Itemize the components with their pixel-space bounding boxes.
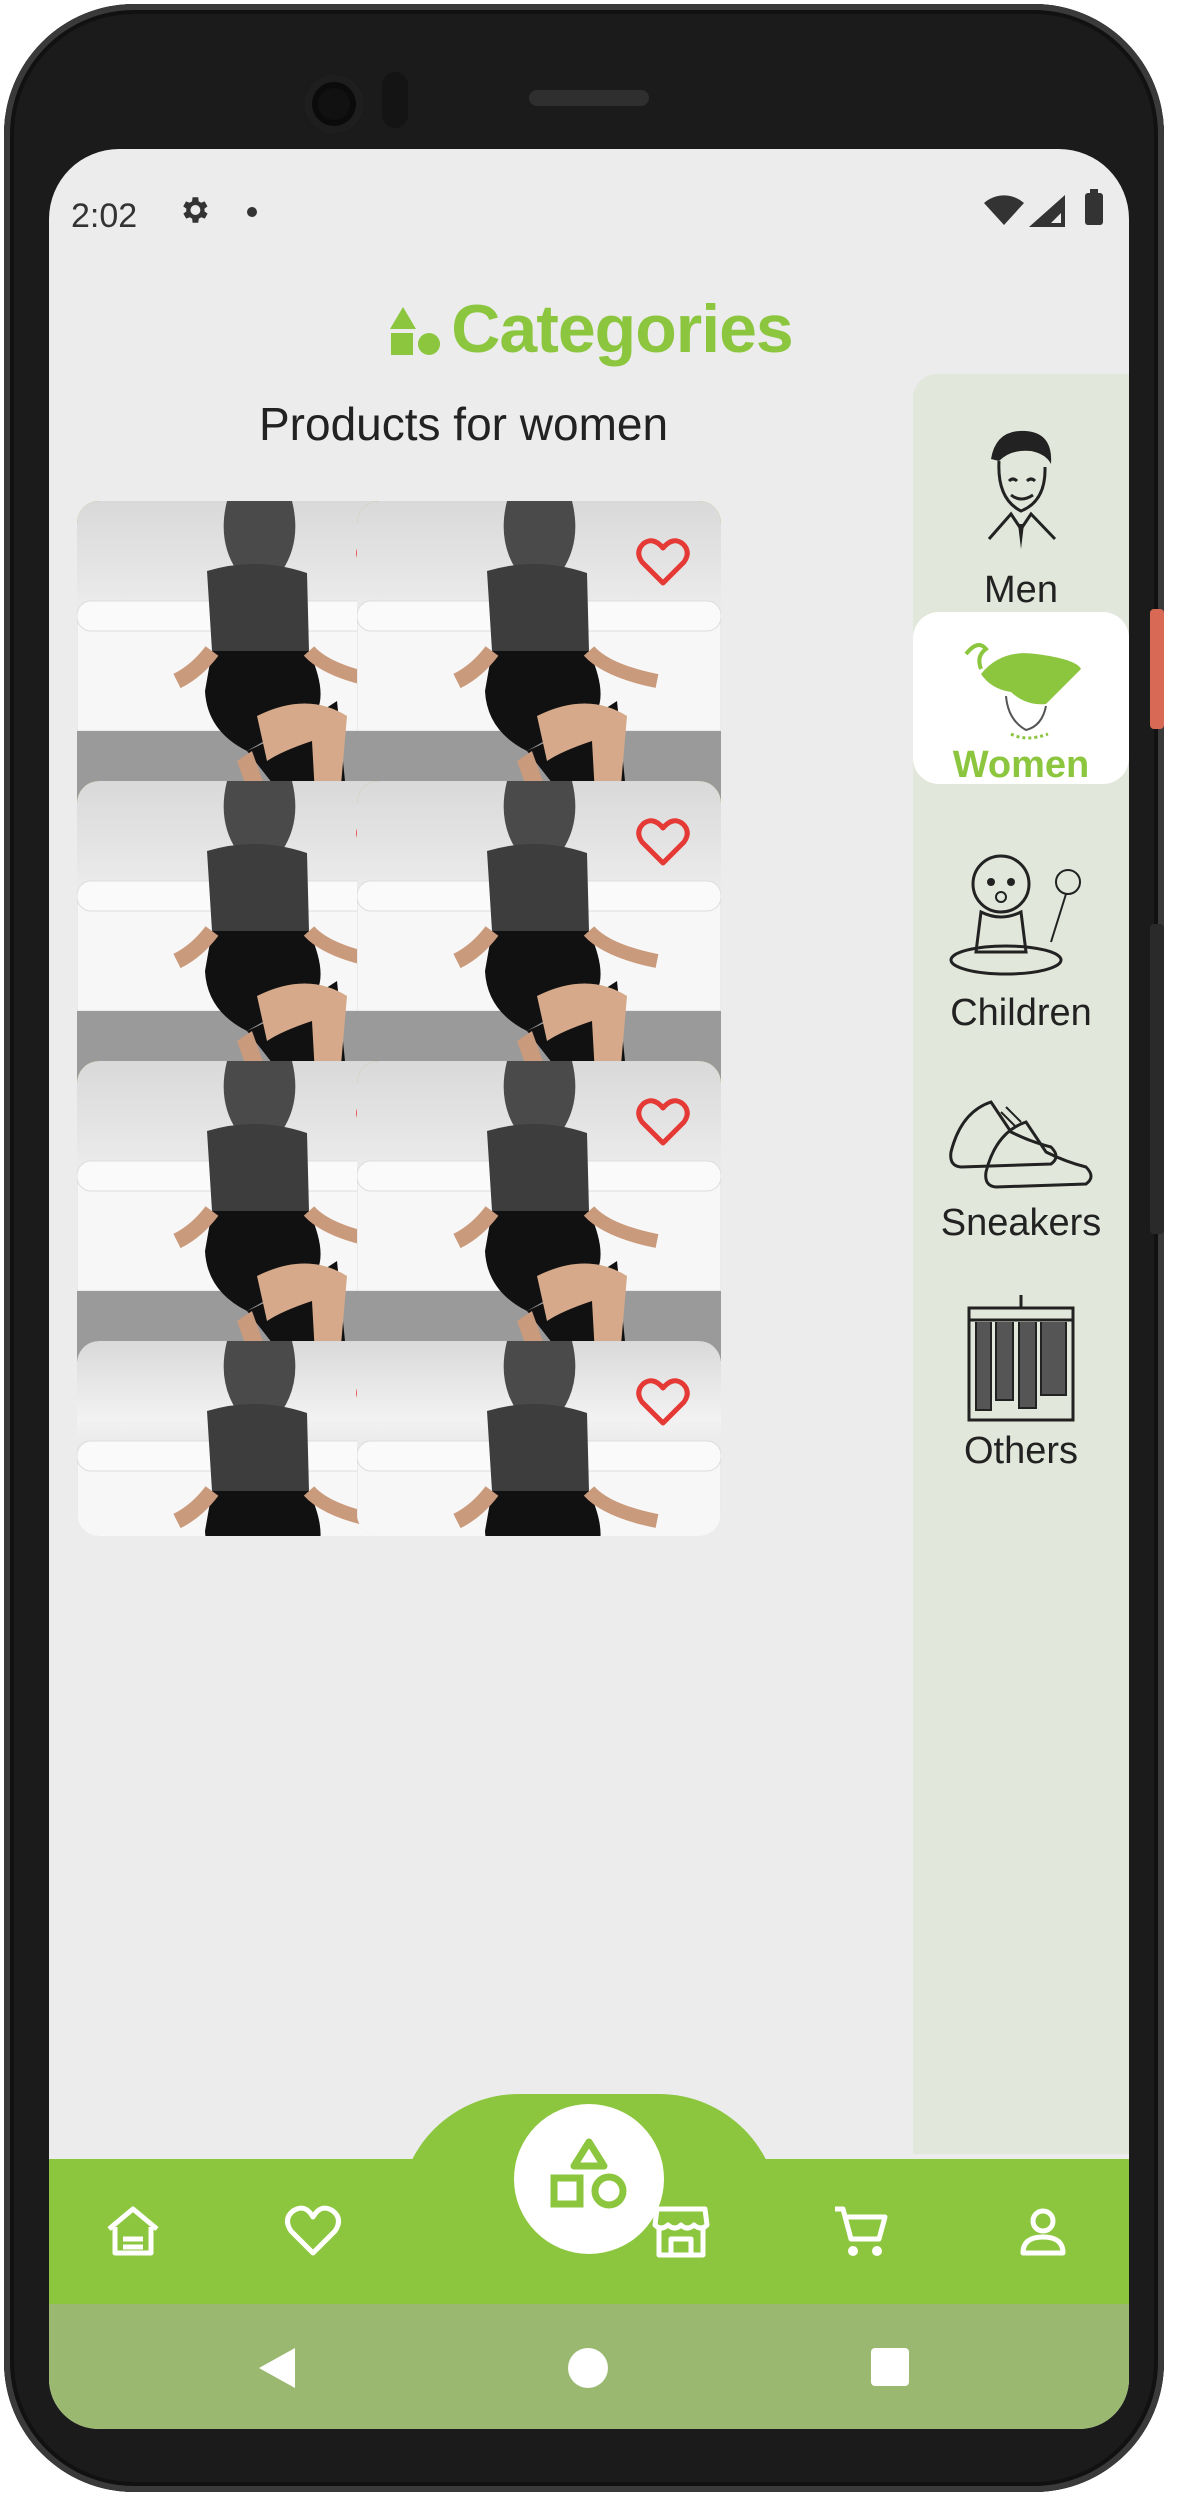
store-icon[interactable] bbox=[649, 2199, 713, 2263]
heart-icon[interactable] bbox=[281, 2199, 345, 2263]
cart-icon[interactable] bbox=[829, 2199, 893, 2263]
section-subtitle: Products for women bbox=[259, 398, 669, 450]
baby-icon bbox=[949, 854, 1081, 976]
categories-nav-button[interactable] bbox=[514, 2104, 664, 2254]
wifi-icon bbox=[984, 195, 1024, 225]
signal-icon bbox=[1029, 195, 1065, 227]
category-sneakers[interactable]: Sneakers bbox=[913, 1034, 1129, 1244]
product-card[interactable] bbox=[357, 1341, 721, 1536]
home-system-button[interactable] bbox=[568, 2348, 608, 2388]
category-children[interactable]: Children bbox=[913, 814, 1129, 1034]
clothes-rack-icon bbox=[967, 1295, 1075, 1422]
favorite-heart-icon[interactable] bbox=[635, 1095, 691, 1147]
sneakers-icon bbox=[949, 1100, 1093, 1189]
notification-dot bbox=[247, 207, 257, 217]
favorite-heart-icon[interactable] bbox=[635, 1375, 691, 1427]
earpiece-speaker bbox=[529, 90, 649, 106]
categories-logo-icon bbox=[390, 307, 441, 355]
woman-hat-icon bbox=[964, 643, 1081, 740]
page-title: Categories bbox=[451, 291, 793, 367]
camera-sensor bbox=[382, 72, 408, 128]
recents-button[interactable] bbox=[871, 2348, 909, 2386]
category-others[interactable]: Others bbox=[913, 1254, 1129, 1472]
man-portrait-icon bbox=[987, 430, 1057, 549]
status-time: 2:02 bbox=[71, 197, 138, 235]
status-bar: 2:02 bbox=[49, 149, 1129, 235]
category-men[interactable]: Men bbox=[913, 374, 1129, 611]
phone-frame: 2:02 Categories Products for women Men W… bbox=[4, 4, 1164, 2492]
category-rail: Men Women Children Sneakers Others bbox=[913, 374, 1129, 2154]
favorite-heart-icon[interactable] bbox=[635, 535, 691, 587]
page-header: Categories bbox=[49, 289, 1129, 369]
category-label: Others bbox=[963, 1430, 1079, 1472]
battery-icon bbox=[1085, 189, 1103, 225]
back-icon[interactable] bbox=[257, 2346, 297, 2390]
app-screen: 2:02 Categories Products for women Men W… bbox=[49, 149, 1129, 2429]
category-women[interactable]: Women bbox=[913, 612, 1129, 786]
home-icon[interactable] bbox=[101, 2199, 165, 2263]
favorite-heart-icon[interactable] bbox=[635, 815, 691, 867]
person-icon[interactable] bbox=[1011, 2199, 1075, 2263]
category-label: Sneakers bbox=[940, 1202, 1102, 1244]
gear-icon bbox=[183, 197, 208, 223]
category-label: Children bbox=[950, 992, 1092, 1034]
volume-button bbox=[1150, 924, 1164, 1234]
category-label: Men bbox=[984, 569, 1058, 611]
category-label: Women bbox=[952, 744, 1090, 786]
product-photo bbox=[357, 1341, 721, 1536]
categories-icon bbox=[550, 2138, 627, 2209]
power-button bbox=[1150, 609, 1164, 729]
front-camera bbox=[304, 74, 364, 134]
